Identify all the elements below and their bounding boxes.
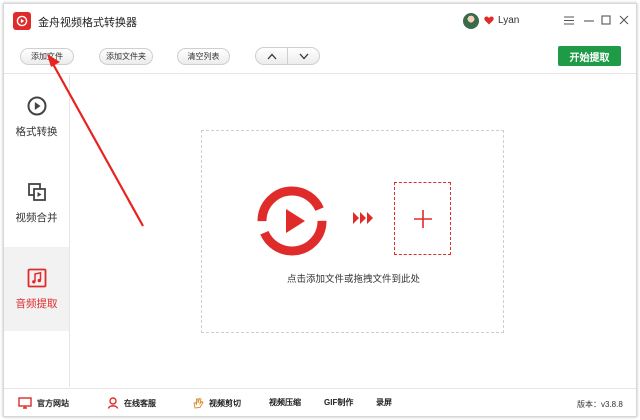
drop-hint-text: 点击添加文件或拖拽文件到此处 xyxy=(286,274,420,285)
user-name[interactable]: Lyan xyxy=(498,15,519,26)
close-button[interactable] xyxy=(615,11,633,29)
sidebar-item-label: 格式转换 xyxy=(15,126,58,138)
move-down-button[interactable] xyxy=(288,48,319,64)
official-site-label: 官方网站 xyxy=(37,398,69,408)
sidebar-item-format-convert[interactable]: 格式转换 xyxy=(4,75,69,159)
minimize-icon xyxy=(584,19,594,22)
play-circle-icon xyxy=(27,96,46,116)
sidebar-item-video-merge[interactable]: 视频合并 xyxy=(4,161,69,245)
hand-icon xyxy=(193,397,204,409)
file-drop-zone[interactable]: 点击添加文件或拖拽文件到此处 xyxy=(201,130,504,333)
start-extract-button[interactable]: 开始提取 xyxy=(558,46,621,66)
avatar[interactable] xyxy=(463,13,479,29)
version-text: 版本：v3.8.8 xyxy=(577,400,623,409)
close-icon xyxy=(619,15,629,25)
minimize-button[interactable] xyxy=(580,11,598,29)
app-window: 金舟视频格式转换器 Lyan 添加文件 添加文件夹 清空列表 开始提取 格式转换… xyxy=(3,3,637,417)
video-cut-label: 视频剪切 xyxy=(209,398,241,408)
gif-make-link[interactable]: GIF制作 xyxy=(324,397,353,408)
plus-icon xyxy=(413,209,432,228)
support-person-icon xyxy=(107,397,119,409)
clear-list-button[interactable]: 清空列表 xyxy=(177,48,230,65)
sidebar-item-label: 音频提取 xyxy=(15,298,58,310)
sidebar: 格式转换 视频合并 音频提取 xyxy=(4,75,70,387)
move-buttons xyxy=(255,47,320,65)
menu-button[interactable] xyxy=(560,11,578,29)
sidebar-item-label: 视频合并 xyxy=(15,212,58,224)
sidebar-item-audio-extract[interactable]: 音频提取 xyxy=(4,247,69,331)
video-cut-link[interactable]: 视频剪切 xyxy=(192,397,241,409)
chevron-down-icon xyxy=(299,53,308,59)
toolbar: 添加文件 添加文件夹 清空列表 开始提取 xyxy=(4,40,636,74)
app-logo-large-icon xyxy=(257,186,327,256)
gif-make-label: GIF制作 xyxy=(324,398,354,407)
move-up-button[interactable] xyxy=(256,48,288,64)
screen-record-label: 录屏 xyxy=(376,398,392,407)
maximize-button[interactable] xyxy=(597,11,615,29)
online-support-label: 在线客服 xyxy=(124,398,156,408)
footer-bar: 官方网站 在线客服 视频剪切 视频压缩 GIF制作 录屏 版本：v3.8.8 xyxy=(4,388,636,416)
monitor-icon xyxy=(18,397,32,409)
vip-heart-icon xyxy=(484,16,494,25)
app-logo-icon xyxy=(13,12,31,30)
merge-icon xyxy=(27,183,46,201)
title-bar: 金舟视频格式转换器 Lyan xyxy=(4,4,636,36)
app-title: 金舟视频格式转换器 xyxy=(38,17,137,29)
add-file-button[interactable]: 添加文件 xyxy=(20,48,74,65)
triple-arrow-icon xyxy=(353,212,373,224)
online-support-link[interactable]: 在线客服 xyxy=(107,397,156,409)
add-folder-button[interactable]: 添加文件夹 xyxy=(99,48,153,65)
maximize-icon xyxy=(601,15,611,25)
official-site-link[interactable]: 官方网站 xyxy=(18,397,69,409)
hamburger-menu-icon xyxy=(564,15,574,25)
add-file-box[interactable] xyxy=(394,182,451,255)
chevron-up-icon xyxy=(267,53,276,59)
music-note-icon xyxy=(27,268,46,288)
video-compress-link[interactable]: 视频压缩 xyxy=(269,397,301,408)
video-compress-label: 视频压缩 xyxy=(269,398,301,407)
screen-record-link[interactable]: 录屏 xyxy=(376,397,392,408)
